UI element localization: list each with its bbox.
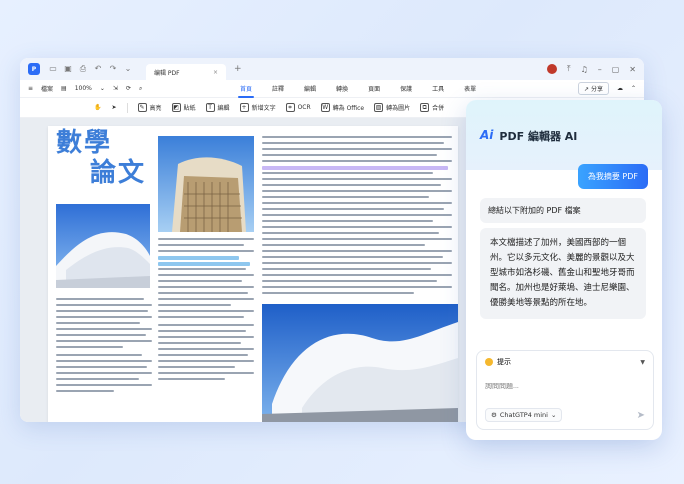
ai-logo-icon: Ai — [480, 128, 494, 142]
share-button[interactable]: ↗ 分享 — [578, 82, 609, 95]
ai-panel-title: PDF 編輯器 AI — [499, 130, 578, 143]
more-icon[interactable]: ⌃ — [631, 85, 636, 92]
add-text-button[interactable]: + 新增文字 — [239, 103, 276, 112]
new-tab-button[interactable]: + — [234, 64, 242, 74]
tab-convert[interactable]: 轉換 — [336, 84, 348, 93]
user-message-bubble: 為我摘要 PDF — [577, 164, 648, 189]
ocr-button[interactable]: ⌗ OCR — [285, 103, 311, 112]
edit-label: 編輯 — [217, 105, 230, 112]
hamburger-icon[interactable]: ≡ — [28, 85, 33, 92]
ocr-label: OCR — [297, 104, 311, 111]
add-text-label: 新增文字 — [251, 105, 276, 112]
document-tab[interactable]: 编辑 PDF × — [146, 64, 226, 80]
to-office-icon: W — [320, 103, 330, 112]
zoom-level[interactable]: 100% — [75, 85, 92, 92]
model-selector[interactable]: ⚙ ChatGTP4 mini ⌄ — [485, 408, 563, 422]
ai-assistant-panel: Ai PDF 編輯器 AI 為我摘要 PDF 總結以下附加的 PDF 檔案 本文… — [466, 100, 662, 440]
search-icon[interactable]: ⌕ — [139, 85, 142, 93]
title-bar: P ▭ ▣ ⎙ ↶ ↷ ⌄ 编辑 PDF × + ⤒ ♫ – ▢ ✕ — [20, 58, 644, 80]
tab-page[interactable]: 頁面 — [368, 84, 380, 93]
share-label: 分享 — [590, 86, 603, 93]
question-input[interactable] — [485, 383, 635, 390]
hand-tool-icon[interactable]: ✋ — [94, 104, 101, 111]
merge-label: 合併 — [432, 105, 445, 112]
prompt-box: 提示 ▼ ⚙ ChatGTP4 mini ⌄ ➤ — [476, 350, 654, 430]
chevron-down-icon: ⌄ — [550, 411, 557, 419]
to-image-button[interactable]: ▨ 轉為圖片 — [374, 103, 410, 112]
minimize-icon[interactable]: – — [598, 65, 602, 74]
close-window-icon[interactable]: ✕ — [629, 65, 636, 74]
tab-form[interactable]: 表單 — [464, 84, 476, 93]
file-menu[interactable]: 檔案 — [41, 84, 53, 93]
document-tab-title: 编辑 PDF — [154, 69, 180, 77]
undo-icon[interactable]: ↶ — [93, 64, 103, 74]
highlight-label: 高亮 — [149, 105, 162, 112]
to-office-button[interactable]: W 轉為 Office — [320, 103, 365, 112]
ribbon-tabs: 首頁 註釋 編輯 轉換 頁面 保護 工具 表單 — [237, 84, 476, 98]
edit-button[interactable]: T 編輯 — [205, 103, 230, 112]
select-tool-icon[interactable]: ➤ — [111, 104, 116, 111]
maximize-icon[interactable]: ▢ — [612, 65, 620, 74]
send-icon[interactable]: ➤ — [637, 410, 645, 421]
model-label: ChatGTP4 mini — [499, 411, 548, 419]
tab-protect[interactable]: 保護 — [400, 84, 412, 93]
merge-icon: ⧉ — [420, 103, 430, 112]
print-icon[interactable]: ⎙ — [78, 64, 88, 74]
sticker-label: 貼紙 — [183, 105, 196, 112]
avatar[interactable] — [547, 64, 558, 74]
building-image[interactable] — [158, 136, 254, 232]
sticker-icon: ◩ — [171, 103, 181, 112]
divider — [126, 102, 128, 113]
title-line-1: 數學 — [56, 128, 113, 158]
ai-answer-bubble: 本文檔描述了加州，美國西部的一個州。它以多元文化、美麗的景觀以及大型城市如洛杉磯… — [480, 228, 646, 319]
body-text-right — [262, 136, 452, 298]
body-text-middle — [158, 238, 254, 384]
to-office-label: 轉為 Office — [332, 105, 365, 112]
edit-icon: T — [205, 103, 215, 112]
folder-icon[interactable]: ▭ — [48, 64, 58, 74]
save-icon[interactable]: ▣ — [63, 64, 73, 74]
model-row: ⚙ ChatGTP4 mini ⌄ ➤ — [485, 408, 645, 422]
cloud-icon[interactable]: ☁ — [617, 85, 623, 92]
app-logo-icon[interactable]: P — [28, 63, 40, 75]
page-title: 數學 論文 — [56, 128, 146, 188]
pdf-page[interactable]: 數學 論文 — [48, 126, 458, 422]
merge-button[interactable]: ⧉ 合併 — [420, 103, 444, 112]
ai-panel-header: Ai PDF 編輯器 AI — [466, 100, 662, 170]
to-image-label: 轉為圖片 — [386, 105, 411, 112]
instruction-bubble: 總結以下附加的 PDF 檔案 — [480, 198, 646, 223]
body-text-left — [56, 298, 152, 396]
menu-bar: ≡ 檔案 ▤ 100% ⌄ ⇲ ⟳ ⌕ 首頁 註釋 編輯 轉換 頁面 保護 工具… — [20, 80, 644, 98]
rotate-icon[interactable]: ⟳ — [126, 85, 131, 92]
lightbulb-icon — [485, 358, 493, 366]
prompt-selector[interactable]: 提示 ▼ — [477, 351, 653, 373]
zoom-dropdown-icon[interactable]: ⌄ — [100, 85, 105, 92]
add-text-icon: + — [239, 103, 249, 112]
chevron-down-icon[interactable]: ⌄ — [123, 64, 133, 74]
title-line-2: 論文 — [90, 158, 147, 188]
tab-comment[interactable]: 註釋 — [272, 84, 284, 93]
architecture-image[interactable] — [56, 204, 150, 288]
highlight-button[interactable]: ✎ 高亮 — [137, 103, 162, 112]
tab-home[interactable]: 首頁 — [237, 84, 255, 98]
bell-icon[interactable]: ♫ — [581, 65, 588, 74]
tab-edit[interactable]: 編輯 — [304, 84, 316, 93]
redo-icon[interactable]: ↷ — [108, 64, 118, 74]
tab-tools[interactable]: 工具 — [432, 84, 444, 93]
to-image-icon: ▨ — [374, 103, 384, 112]
highlight-icon: ✎ — [137, 103, 147, 112]
upload-icon[interactable]: ⤒ — [567, 64, 571, 74]
cultural-center-image[interactable] — [262, 304, 458, 422]
ocr-icon: ⌗ — [285, 103, 295, 112]
model-icon: ⚙ — [491, 411, 497, 419]
prompt-label: 提示 — [497, 358, 511, 366]
chevron-down-icon[interactable]: ▼ — [640, 359, 645, 366]
close-tab-icon[interactable]: × — [213, 69, 218, 76]
fit-icon[interactable]: ⇲ — [113, 85, 118, 92]
sticker-button[interactable]: ◩ 貼紙 — [171, 103, 196, 112]
page-view-icon[interactable]: ▤ — [61, 85, 67, 92]
